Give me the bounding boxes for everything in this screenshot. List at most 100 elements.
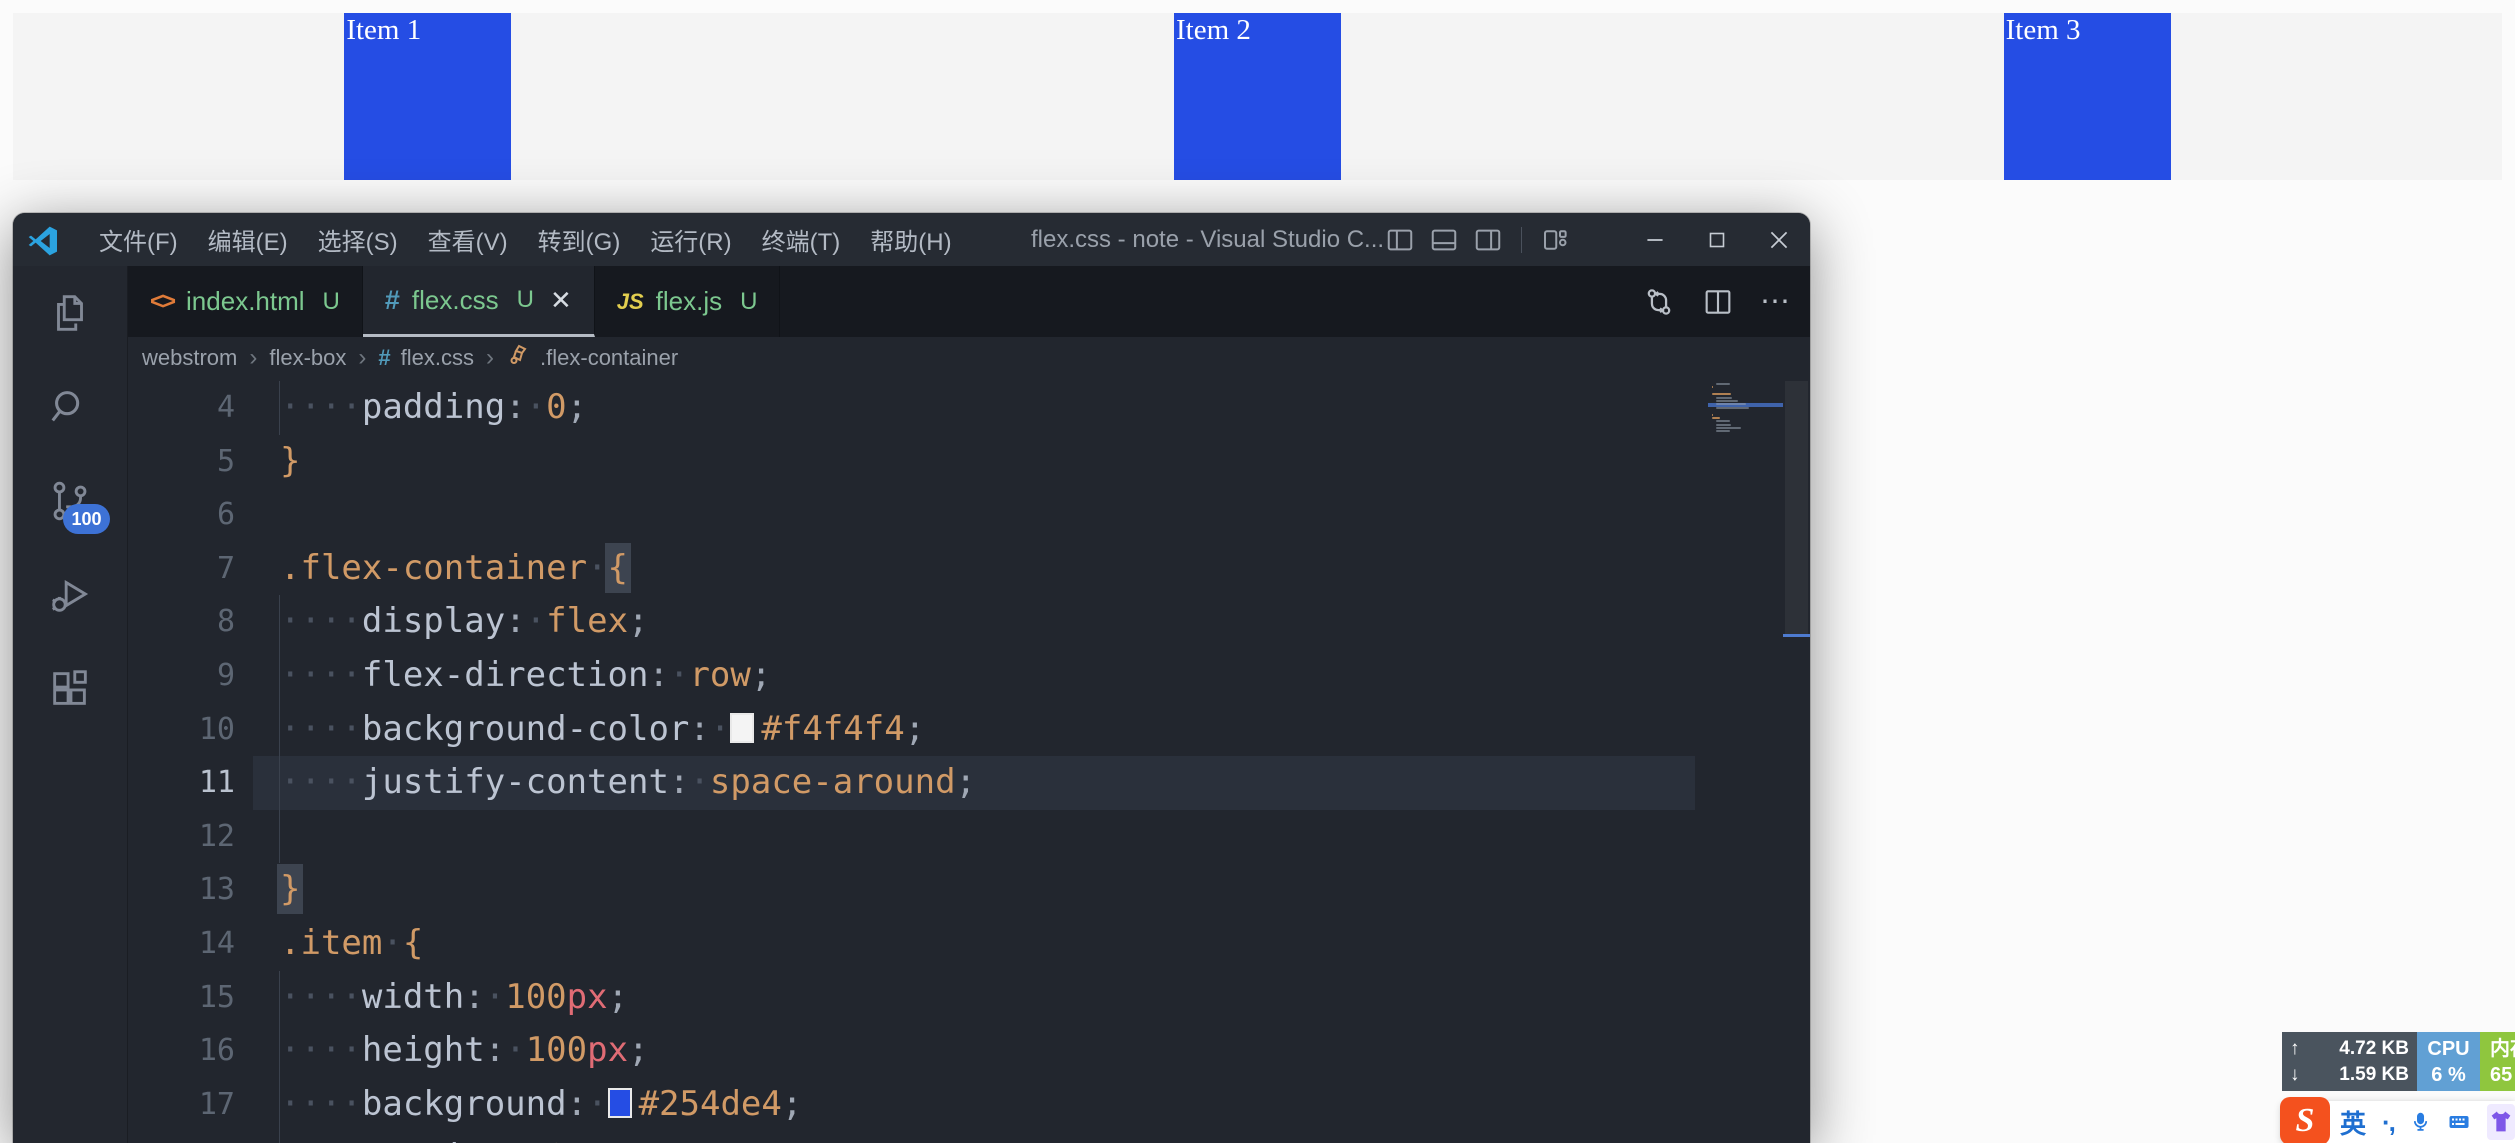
tab-label: flex.js (656, 286, 722, 317)
vscode-window: 文件(F)编辑(E)选择(S)查看(V)转到(G)运行(R)终端(T)帮助(H)… (13, 213, 1810, 1143)
cpu-widget[interactable]: CPU 6 % (2417, 1032, 2480, 1091)
activity-run-debug-icon[interactable] (13, 548, 128, 642)
activity-bar: 100 (13, 266, 128, 1143)
token: · (587, 1084, 607, 1124)
code-text: .flex-container·{ (280, 542, 628, 596)
token: · (505, 1030, 525, 1070)
minimap-line (1712, 417, 1720, 419)
breadcrumb-item[interactable]: webstrom (142, 345, 237, 371)
breadcrumb-item[interactable]: flex.css (401, 345, 474, 371)
token: ···· (280, 977, 362, 1017)
activity-source-control-icon[interactable]: 100 (13, 454, 128, 548)
ime-language-toggle[interactable]: 英 (2340, 1104, 2366, 1141)
split-editor-icon[interactable] (1702, 286, 1734, 318)
line-number: 15 (128, 971, 235, 1025)
breadcrumb-item[interactable]: .flex-container (540, 345, 678, 371)
code-editor[interactable]: 4····padding:·0;5}67.flex-container·{8··… (128, 379, 1708, 1143)
modified-badge: U (323, 288, 340, 316)
tab-flex.css[interactable]: #flex.cssU✕ (363, 266, 595, 337)
menu-item[interactable]: 帮助(H) (858, 218, 963, 261)
token: : (485, 1030, 505, 1070)
maximize-icon[interactable] (1686, 213, 1748, 266)
network-speed-widget[interactable]: ↑4.72 KB ↓1.59 KB (2282, 1032, 2417, 1091)
customize-layout-icon[interactable] (1540, 225, 1570, 255)
token: : (669, 762, 689, 802)
token: row (689, 655, 750, 695)
code-line-12: 12 (128, 810, 1708, 864)
code-text: } (280, 435, 300, 489)
code-text: ····height:·100px; (280, 1024, 649, 1078)
breadcrumb-separator: › (486, 344, 494, 372)
code-text: .item·{ (280, 917, 423, 971)
line-number: 11 (128, 756, 235, 810)
breadcrumb-separator: › (249, 344, 257, 372)
code-line-17: 17····background:·#254de4; (128, 1078, 1708, 1132)
skin-icon[interactable] (2487, 1104, 2515, 1140)
minimap-line (1712, 414, 1713, 416)
activity-explorer-icon[interactable] (13, 266, 128, 360)
close-icon[interactable] (1748, 213, 1810, 266)
color-swatch[interactable] (608, 1088, 632, 1118)
line-number: 4 (128, 381, 235, 435)
more-actions-icon[interactable]: ⋯ (1760, 284, 1792, 319)
menu-item[interactable]: 编辑(E) (196, 218, 300, 261)
token: · (689, 762, 709, 802)
line-number: 10 (128, 703, 235, 757)
menu-bar: 文件(F)编辑(E)选择(S)查看(V)转到(G)运行(R)终端(T)帮助(H) (87, 213, 964, 266)
token: { (403, 923, 423, 963)
activity-search-icon[interactable] (13, 360, 128, 454)
line-number: 8 (128, 595, 235, 649)
memory-widget[interactable]: 内存 65 % (2480, 1032, 2515, 1091)
close-tab-icon[interactable]: ✕ (550, 285, 572, 316)
menu-item[interactable]: 选择(S) (306, 218, 410, 261)
code-text: ····margin:·10px; (280, 1131, 628, 1143)
tab-bar: <>index.htmlU#flex.cssU✕JSflex.jsU (128, 266, 1810, 337)
sync-changes-icon[interactable] (1642, 285, 1676, 319)
breadcrumb-item[interactable]: flex-box (269, 345, 346, 371)
token: #254de4 (639, 1084, 782, 1124)
menu-item[interactable]: 转到(G) (526, 218, 633, 261)
mic-icon[interactable] (2410, 1108, 2431, 1136)
keyboard-icon[interactable] (2447, 1106, 2471, 1138)
minimap[interactable] (1708, 379, 1783, 1143)
minimize-icon[interactable] (1624, 213, 1686, 266)
code-line-16: 16····height:·100px; (128, 1024, 1708, 1078)
line-number: 6 (128, 488, 235, 542)
token: background (362, 1084, 567, 1124)
scrollbar-slider[interactable] (1785, 381, 1808, 634)
toggle-secondary-sidebar-icon[interactable] (1473, 225, 1503, 255)
flex-item-2: Item 2 (1174, 13, 1341, 180)
download-speed: 1.59 KB (2339, 1063, 2409, 1087)
ime-punctuation-toggle[interactable]: ·, (2382, 1107, 2394, 1138)
symbol-icon (506, 343, 530, 373)
tab-index.html[interactable]: <>index.htmlU (128, 266, 363, 337)
token: ; (608, 977, 628, 1017)
search-icon (47, 384, 93, 430)
token: space-around (710, 762, 956, 802)
cpu-value: 6 % (2431, 1062, 2465, 1088)
toggle-panel-icon[interactable] (1429, 225, 1459, 255)
upload-arrow-icon: ↑ (2290, 1037, 2300, 1061)
menu-item[interactable]: 终端(T) (750, 218, 853, 261)
divider (1521, 227, 1522, 253)
activity-extensions-icon[interactable] (13, 642, 128, 736)
token: · (526, 601, 546, 641)
indent-guide (279, 810, 280, 864)
scm-badge: 100 (63, 504, 109, 534)
toggle-sidebar-icon[interactable] (1385, 225, 1415, 255)
token: #f4f4f4 (761, 709, 904, 749)
code-text: ····background:·#254de4; (280, 1078, 802, 1132)
code-line-7: 7.flex-container·{ (128, 542, 1708, 596)
tab-label: index.html (186, 286, 305, 317)
token: : (505, 601, 525, 641)
color-swatch[interactable] (730, 713, 754, 743)
menu-item[interactable]: 运行(R) (638, 218, 743, 261)
token: ···· (280, 1137, 362, 1143)
tab-flex.js[interactable]: JSflex.jsU (595, 266, 781, 337)
menu-item[interactable]: 查看(V) (416, 218, 520, 261)
editor-actions: ⋯ (1642, 266, 1792, 337)
menu-item[interactable]: 文件(F) (87, 218, 190, 261)
editor-scrollbar[interactable] (1783, 379, 1810, 1143)
sogou-logo-icon[interactable]: S (2280, 1097, 2330, 1143)
modified-badge: U (517, 286, 534, 314)
